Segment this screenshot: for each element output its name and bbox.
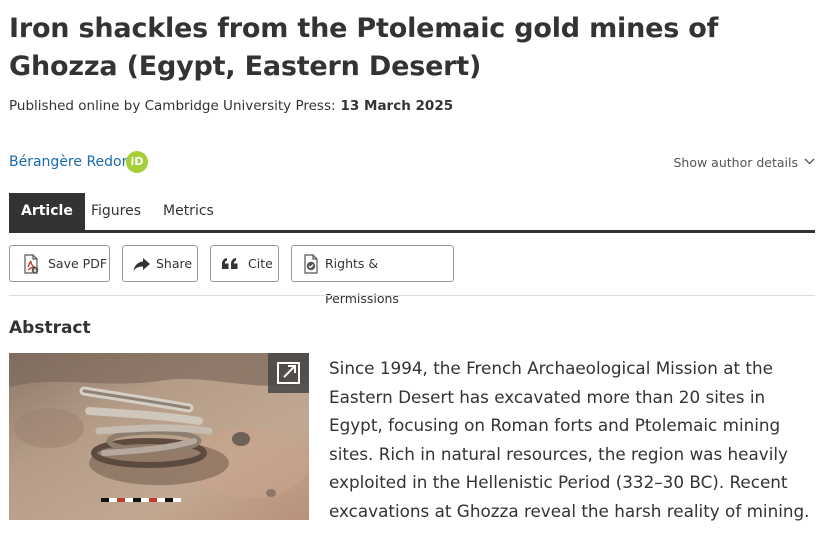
published-line: Published online by Cambridge University…	[9, 97, 453, 115]
author-details-label: Show author details	[673, 155, 798, 170]
expand-icon	[277, 362, 300, 384]
author-row: Bérangère Redon iD Show author details	[9, 151, 815, 175]
save-pdf-label: Save PDF	[48, 256, 108, 271]
show-author-details-toggle[interactable]: Show author details	[673, 155, 815, 170]
rights-permissions-button[interactable]: Rights & Permissions	[291, 245, 454, 306]
abstract-heading: Abstract	[9, 318, 91, 338]
share-label: Share	[156, 256, 193, 271]
chevron-down-icon	[804, 158, 815, 165]
rights-permissions-label: Rights & Permissions	[325, 256, 399, 306]
quote-icon	[222, 258, 238, 269]
article-title: Iron shackles from the Ptolemaic gold mi…	[9, 13, 719, 82]
save-pdf-button[interactable]: Save PDF	[9, 245, 110, 282]
published-date: 13 March 2025	[340, 98, 454, 114]
tab-figures[interactable]: Figures	[79, 193, 153, 230]
pdf-icon	[24, 254, 39, 274]
share-button[interactable]: Share	[122, 245, 198, 282]
tab-metrics[interactable]: Metrics	[151, 193, 226, 230]
iron-shackles-photo	[9, 353, 309, 520]
abstract-text: Since 1994, the French Archaeological Mi…	[329, 358, 810, 521]
expand-image-button[interactable]	[268, 353, 309, 393]
cite-label: Cite	[248, 256, 273, 271]
abstract-figure-image[interactable]	[9, 353, 309, 520]
share-arrow-icon	[133, 258, 150, 271]
orcid-icon[interactable]: iD	[126, 151, 148, 173]
published-prefix: Published online by Cambridge University…	[9, 98, 336, 114]
document-check-icon	[304, 254, 318, 274]
tab-article[interactable]: Article	[9, 193, 85, 230]
author-link[interactable]: Bérangère Redon	[9, 154, 130, 170]
section-divider	[9, 295, 815, 296]
cite-button[interactable]: Cite	[210, 245, 279, 282]
scale-bar	[101, 498, 181, 502]
article-tabs: Article Figures Metrics	[9, 193, 815, 233]
